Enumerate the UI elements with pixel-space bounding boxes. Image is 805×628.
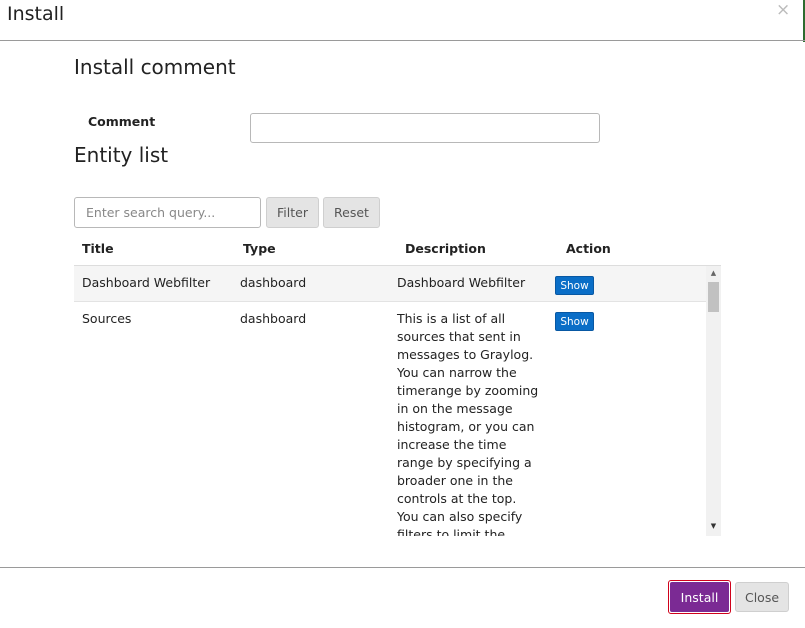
scroll-thumb[interactable] [708,282,719,312]
filter-button[interactable]: Filter [266,197,319,228]
row-description: This is a list of all sources that sent … [397,311,539,536]
comment-input[interactable] [250,113,600,143]
row-description: Dashboard Webfilter [397,275,526,290]
entity-list-heading: Entity list [74,143,169,167]
row-type: dashboard [240,311,307,326]
column-header-title: Title [82,241,114,256]
show-button[interactable]: Show [555,312,594,331]
row-title: Dashboard Webfilter [82,275,211,290]
table-row: Dashboard Webfilter dashboard Dashboard … [74,266,706,302]
search-input[interactable] [74,197,261,228]
column-header-description: Description [405,241,486,256]
close-icon[interactable]: × [776,0,790,20]
install-modal: Install × Install comment Comment Entity… [0,0,805,628]
reset-button[interactable]: Reset [323,197,380,228]
table-row: Sources dashboard This is a list of all … [74,302,706,536]
comment-label: Comment [88,114,156,129]
table-header: Title Type Description Action [74,232,721,266]
row-type: dashboard [240,275,307,290]
install-button[interactable]: Install [670,582,729,612]
modal-header: Install × [0,0,805,41]
close-button[interactable]: Close [735,582,789,612]
entity-table-body[interactable]: Dashboard Webfilter dashboard Dashboard … [74,266,721,536]
show-button[interactable]: Show [555,276,594,295]
column-header-type: Type [243,241,276,256]
scroll-up-arrow-icon[interactable]: ▲ [706,269,721,277]
table-scrollbar[interactable]: ▲ ▼ [706,266,721,536]
column-header-action: Action [566,241,611,256]
modal-title: Install [7,3,65,25]
install-comment-heading: Install comment [74,55,236,79]
row-title: Sources [82,311,132,326]
scroll-down-arrow-icon[interactable]: ▼ [706,522,721,530]
